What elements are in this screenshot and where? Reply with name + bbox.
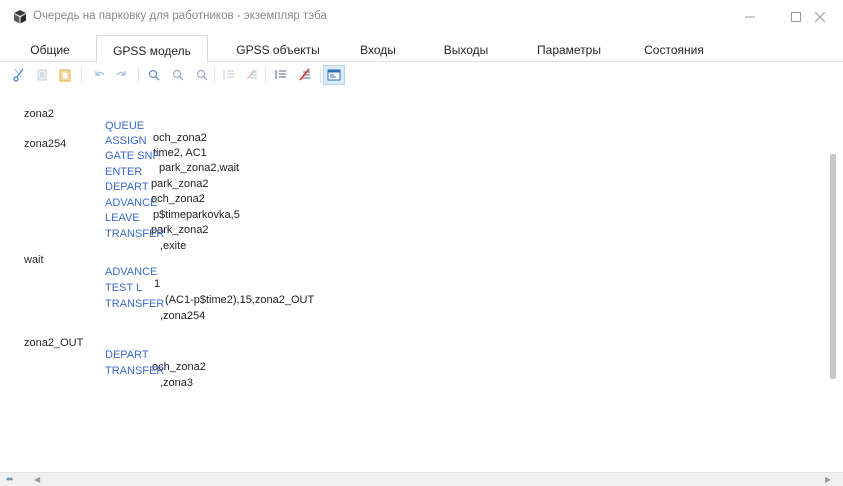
toolbar-separator	[81, 68, 82, 83]
split-view-icon[interactable]: ⬌	[6, 475, 14, 485]
code-line[interactable]: TEST L (AC1-p$time2),15,zona2_OUT	[0, 258, 825, 306]
toolbar-separator	[214, 68, 215, 83]
editor-toolbar	[0, 63, 843, 88]
code-line[interactable]: TRANSFER ,exite	[0, 204, 825, 252]
code-line[interactable]: ASSIGN time2, AC1	[0, 111, 825, 159]
code-line[interactable]: LEAVE park_zona2	[0, 188, 825, 236]
undo-icon[interactable]	[90, 66, 108, 84]
tab-gpss-model[interactable]: GPSS модель	[96, 35, 208, 63]
cut-icon[interactable]	[10, 66, 28, 84]
code-operator: TRANSFER	[105, 298, 165, 310]
copy-icon[interactable]	[33, 66, 51, 84]
paste-icon[interactable]	[56, 66, 74, 84]
code-operator: TRANSFER	[105, 228, 165, 240]
scroll-left-icon[interactable]: ◀	[34, 475, 40, 484]
tab-outputs[interactable]: Выходы	[428, 37, 504, 62]
code-line[interactable]: ADVANCE p$timeparkovka,5	[0, 173, 825, 221]
toolbar-separator	[265, 68, 266, 83]
code-operator: TRANSFER	[105, 365, 165, 377]
indent-icon[interactable]	[220, 66, 238, 84]
tab-parameters[interactable]: Параметры	[520, 37, 618, 62]
model-view-icon[interactable]	[323, 65, 345, 85]
gpss-app-icon	[13, 10, 27, 24]
redo-icon[interactable]	[113, 66, 131, 84]
tab-states[interactable]: Состояния	[626, 37, 722, 62]
code-line[interactable]: TRANSFER ,zona3	[0, 341, 825, 389]
code-line[interactable]: wait ADVANCE 1	[0, 242, 825, 290]
title-bar: Очередь на парковку для работников - экз…	[0, 0, 843, 34]
list-icon[interactable]	[272, 66, 290, 84]
vertical-scrollbar[interactable]	[830, 154, 836, 379]
comment-icon[interactable]	[243, 66, 261, 84]
code-line[interactable]: DEPART och_zona2	[0, 157, 825, 205]
zoom-out-icon[interactable]	[169, 66, 187, 84]
tab-general[interactable]: Общие	[21, 37, 79, 62]
window-title: Очередь на парковку для работников - экз…	[33, 10, 327, 22]
code-line[interactable]: zona2_OUT DEPART och_zona2	[0, 325, 825, 373]
tab-gpss-objects[interactable]: GPSS объекты	[222, 37, 334, 62]
tab-inputs[interactable]: Входы	[345, 37, 411, 62]
code-operand: (AC1-p$time2),15,zona2_OUT	[165, 294, 315, 306]
gpss-code-editor[interactable]: zona2 QUEUE och_zona2 ASSIGN time2, AC1 …	[0, 88, 843, 472]
zoom-reset-icon[interactable]	[193, 66, 211, 84]
minimize-icon[interactable]	[727, 0, 773, 34]
horizontal-scrollbar[interactable]: ⬌ ◀ ▶	[0, 472, 843, 486]
toolbar-separator	[138, 68, 139, 83]
uncomment-icon[interactable]	[296, 66, 314, 84]
tab-strip: Общие GPSS модель GPSS объекты Входы Вых…	[0, 34, 843, 63]
code-line[interactable]: zona2 QUEUE och_zona2	[0, 96, 825, 144]
code-line[interactable]: TRANSFER ,zona254	[0, 274, 825, 322]
code-operand: ,zona254	[160, 310, 206, 322]
code-line[interactable]: ENTER park_zona2	[0, 142, 825, 190]
code-operand: ,zona3	[160, 377, 194, 389]
toolbar-separator	[320, 68, 321, 83]
code-line[interactable]: zona254 GATE SNF park_zona2,wait	[0, 126, 825, 174]
close-icon[interactable]	[797, 0, 843, 34]
zoom-in-icon[interactable]	[145, 66, 163, 84]
scroll-right-icon[interactable]: ▶	[825, 475, 831, 484]
